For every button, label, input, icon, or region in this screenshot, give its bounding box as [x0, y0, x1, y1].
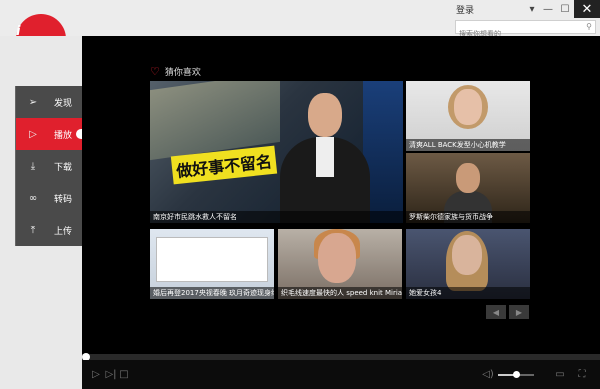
sidebar-item-discover[interactable]: ➢ 发现	[15, 86, 82, 118]
minimize-icon[interactable]: —	[540, 2, 556, 16]
infinity-icon: ∞	[28, 192, 38, 204]
stop-icon[interactable]: □	[119, 368, 129, 380]
player-area: ♡ 猜你喜欢 做好事不留名 南京好市民跳水救人不留名 清爽ALL BACK发型小…	[82, 36, 600, 389]
download-icon: ⤓	[30, 160, 36, 172]
volume-icon[interactable]: ◁)	[482, 368, 494, 380]
video-caption: 清爽ALL BACK发型小心机教学	[406, 139, 530, 151]
video-thumbnail[interactable]: 织毛线速度最快的人 speed knit Miria...	[278, 229, 402, 299]
sidebar: ➢ 发现 ▷ 播放 ⤓ 下载 ∞ 转码 ⤒ 上传	[0, 36, 82, 389]
sidebar-item-label: 发现	[54, 98, 73, 109]
thumbnail-person	[280, 93, 370, 223]
dropdown-icon[interactable]: ▾	[524, 2, 540, 16]
video-thumbnail[interactable]: 清爽ALL BACK发型小心机教学	[406, 81, 530, 151]
upload-icon: ⤒	[30, 224, 36, 236]
video-caption: 她爱女孩4	[406, 287, 530, 299]
search-box: ⚲	[455, 20, 596, 40]
prev-page-button[interactable]: ◀	[486, 305, 506, 319]
close-icon[interactable]: ✕	[574, 0, 600, 18]
control-bar: ▷ ▷| □ ◁) ▭ ⛶	[82, 360, 600, 389]
login-link[interactable]: 登录	[456, 3, 474, 16]
sidebar-item-label: 上传	[54, 226, 73, 237]
video-caption: 南京好市民跳水救人不留名	[150, 211, 403, 223]
recommend-title: 猜你喜欢	[164, 68, 201, 78]
video-caption: 织毛线速度最快的人 speed knit Miria...	[278, 287, 402, 299]
play-box-icon: ▷	[29, 128, 37, 140]
fullscreen-icon[interactable]: ⛶	[576, 368, 588, 380]
volume-knob[interactable]	[513, 371, 520, 378]
search-icon[interactable]: ⚲	[586, 22, 592, 31]
video-thumbnail[interactable]: 婚后再登2017央视春晚 玖月奇迹现身给...	[150, 229, 274, 299]
sidebar-item-upload[interactable]: ⤒ 上传	[15, 214, 82, 246]
sidebar-item-label: 下载	[54, 162, 73, 173]
video-caption: 婚后再登2017央视春晚 玖月奇迹现身给...	[150, 287, 274, 299]
mini-mode-icon[interactable]: ▭	[554, 368, 566, 380]
heart-icon: ♡	[150, 65, 160, 78]
video-thumbnail[interactable]: 她爱女孩4	[406, 229, 530, 299]
maximize-icon[interactable]: ☐	[557, 2, 573, 16]
send-icon: ➢	[28, 96, 38, 108]
next-page-button[interactable]: ▶	[509, 305, 529, 319]
play-icon[interactable]: ▷	[90, 368, 102, 380]
sidebar-item-transcode[interactable]: ∞ 转码	[15, 182, 82, 214]
sidebar-item-label: 播放	[54, 130, 73, 141]
sidebar-item-play[interactable]: ▷ 播放	[15, 118, 82, 150]
title-bar: 登录 ▾ — ☐ ✕ ⚲	[0, 0, 600, 40]
video-caption: 罗斯柴尔德家族与货币战争	[406, 211, 530, 223]
sidebar-item-download[interactable]: ⤓ 下载	[15, 150, 82, 182]
recommend-header: ♡ 猜你喜欢	[150, 65, 201, 78]
video-thumbnail[interactable]: 罗斯柴尔德家族与货币战争	[406, 153, 530, 223]
sidebar-item-label: 转码	[54, 194, 73, 205]
video-thumbnail-main[interactable]: 做好事不留名 南京好市民跳水救人不留名	[150, 81, 403, 223]
next-icon[interactable]: ▷|	[105, 368, 116, 380]
